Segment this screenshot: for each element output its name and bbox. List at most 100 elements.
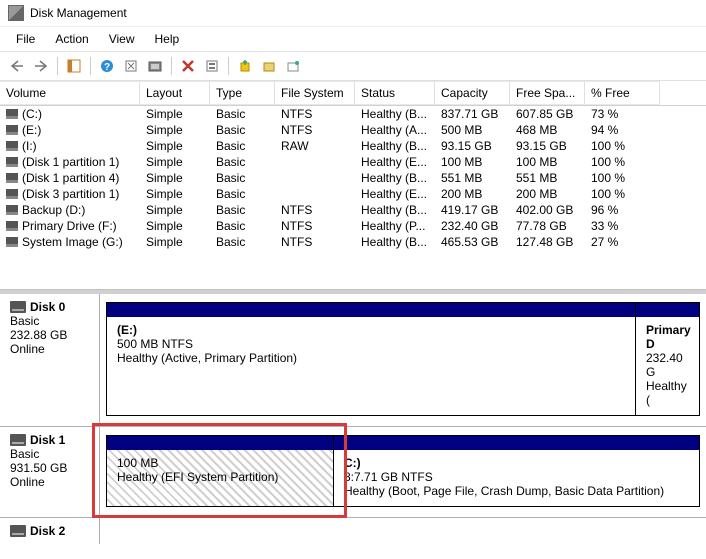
col-capacity[interactable]: Capacity — [435, 81, 510, 105]
volume-status: Healthy (E... — [355, 186, 435, 202]
partition-letter: (E:) — [117, 323, 627, 337]
volume-layout: Simple — [140, 154, 210, 170]
volume-row[interactable]: System Image (G:)SimpleBasicNTFSHealthy … — [0, 234, 706, 250]
help-button[interactable]: ? — [96, 55, 118, 77]
volume-free: 200 MB — [510, 186, 585, 202]
disk0-type: Basic — [10, 314, 89, 328]
new-volume-button[interactable] — [234, 55, 256, 77]
delete-button[interactable] — [177, 55, 199, 77]
volume-row[interactable]: Backup (D:)SimpleBasicNTFSHealthy (B...4… — [0, 202, 706, 218]
volume-row[interactable]: (Disk 3 partition 1)SimpleBasicHealthy (… — [0, 186, 706, 202]
show-hide-tree-button[interactable] — [63, 55, 85, 77]
volume-type: Basic — [210, 106, 275, 122]
volume-row[interactable]: (Disk 1 partition 1)SimpleBasicHealthy (… — [0, 154, 706, 170]
volume-capacity: 551 MB — [435, 170, 510, 186]
volume-status: Healthy (B... — [355, 170, 435, 186]
volume-status: Healthy (B... — [355, 106, 435, 122]
disk-row-2[interactable]: Disk 2 — [0, 518, 706, 544]
volume-free: 77.78 GB — [510, 218, 585, 234]
properties-button[interactable] — [201, 55, 223, 77]
volume-type: Basic — [210, 138, 275, 154]
volume-capacity: 465.53 GB — [435, 234, 510, 250]
back-button[interactable] — [6, 55, 28, 77]
disk0-status: Online — [10, 342, 89, 356]
disk-row-1[interactable]: Disk 1 Basic 931.50 GB Online 100 MB Hea… — [0, 427, 706, 518]
volume-icon — [6, 125, 18, 135]
volume-icon — [6, 141, 18, 151]
disk0-partitions: (E:) 500 MB NTFS Healthy (Active, Primar… — [100, 294, 706, 426]
rescan-button[interactable] — [144, 55, 166, 77]
col-layout[interactable]: Layout — [140, 81, 210, 105]
volume-row[interactable]: (C:)SimpleBasicNTFSHealthy (B...837.71 G… — [0, 106, 706, 122]
volume-layout: Simple — [140, 234, 210, 250]
col-percentfree[interactable]: % Free — [585, 81, 660, 105]
col-status[interactable]: Status — [355, 81, 435, 105]
volume-status: Healthy (P... — [355, 218, 435, 234]
volume-layout: Simple — [140, 122, 210, 138]
partition-size: 100 MB — [117, 456, 325, 470]
volume-type: Basic — [210, 154, 275, 170]
volume-pfree: 100 % — [585, 170, 660, 186]
detach-vhd-button[interactable] — [282, 55, 304, 77]
volume-icon — [6, 205, 18, 215]
volume-status: Healthy (A... — [355, 122, 435, 138]
volume-name: (Disk 1 partition 1) — [22, 155, 119, 169]
volume-free: 551 MB — [510, 170, 585, 186]
disk0-partition-primary[interactable]: Primary D 232.40 G Healthy ( — [636, 302, 700, 416]
volume-name: Primary Drive (F:) — [22, 219, 117, 233]
forward-button[interactable] — [30, 55, 52, 77]
separator — [90, 57, 91, 75]
menu-help[interactable]: Help — [145, 29, 190, 49]
partition-size: 232.40 G — [646, 351, 691, 379]
volume-row[interactable]: Primary Drive (F:)SimpleBasicNTFSHealthy… — [0, 218, 706, 234]
volume-list[interactable]: (C:)SimpleBasicNTFSHealthy (B...837.71 G… — [0, 106, 706, 250]
toolbar: ? — [0, 51, 706, 81]
partition-size: 500 MB NTFS — [117, 337, 627, 351]
disk1-partition-c[interactable]: C:) 8:7.71 GB NTFS Healthy (Boot, Page F… — [334, 435, 700, 507]
disk1-partition-efi[interactable]: 100 MB Healthy (EFI System Partition) — [106, 435, 334, 507]
partition-stripe — [636, 303, 699, 317]
volume-layout: Simple — [140, 170, 210, 186]
disk1-partitions: 100 MB Healthy (EFI System Partition) C:… — [100, 427, 706, 517]
volume-row[interactable]: (Disk 1 partition 4)SimpleBasicHealthy (… — [0, 170, 706, 186]
col-type[interactable]: Type — [210, 81, 275, 105]
menu-file[interactable]: File — [6, 29, 45, 49]
disk-icon — [10, 525, 26, 537]
disk-icon — [10, 434, 26, 446]
volume-capacity: 837.71 GB — [435, 106, 510, 122]
volume-free: 607.85 GB — [510, 106, 585, 122]
disk0-size: 232.88 GB — [10, 328, 89, 342]
volume-pfree: 27 % — [585, 234, 660, 250]
volume-name: (Disk 3 partition 1) — [22, 187, 119, 201]
attach-vhd-button[interactable] — [258, 55, 280, 77]
volume-icon — [6, 237, 18, 247]
volume-row[interactable]: (E:)SimpleBasicNTFSHealthy (A...500 MB46… — [0, 122, 706, 138]
col-volume[interactable]: Volume — [0, 81, 140, 105]
menu-action[interactable]: Action — [45, 29, 98, 49]
disk-row-0[interactable]: Disk 0 Basic 232.88 GB Online (E:) 500 M… — [0, 294, 706, 427]
volume-free: 468 MB — [510, 122, 585, 138]
volume-row[interactable]: (I:)SimpleBasicRAWHealthy (B...93.15 GB9… — [0, 138, 706, 154]
partition-status: Healthy (EFI System Partition) — [117, 470, 325, 484]
volume-free: 93.15 GB — [510, 138, 585, 154]
volume-fs — [275, 170, 355, 186]
disk0-label[interactable]: Disk 0 Basic 232.88 GB Online — [0, 294, 100, 426]
volume-name: (Disk 1 partition 4) — [22, 171, 119, 185]
volume-list-header: Volume Layout Type File System Status Ca… — [0, 81, 706, 106]
disk1-label[interactable]: Disk 1 Basic 931.50 GB Online — [0, 427, 100, 517]
refresh-button[interactable] — [120, 55, 142, 77]
volume-fs: RAW — [275, 138, 355, 154]
disk-management-icon — [8, 5, 24, 21]
disk0-partition-e[interactable]: (E:) 500 MB NTFS Healthy (Active, Primar… — [106, 302, 636, 416]
volume-type: Basic — [210, 186, 275, 202]
col-freespace[interactable]: Free Spa... — [510, 81, 585, 105]
volume-pfree: 100 % — [585, 138, 660, 154]
volume-capacity: 100 MB — [435, 154, 510, 170]
menu-view[interactable]: View — [99, 29, 145, 49]
volume-fs: NTFS — [275, 218, 355, 234]
disk1-name: Disk 1 — [30, 433, 65, 447]
disk-graphical-panel: Disk 0 Basic 232.88 GB Online (E:) 500 M… — [0, 290, 706, 544]
col-filesystem[interactable]: File System — [275, 81, 355, 105]
disk1-size: 931.50 GB — [10, 461, 89, 475]
disk2-label[interactable]: Disk 2 — [0, 518, 100, 544]
